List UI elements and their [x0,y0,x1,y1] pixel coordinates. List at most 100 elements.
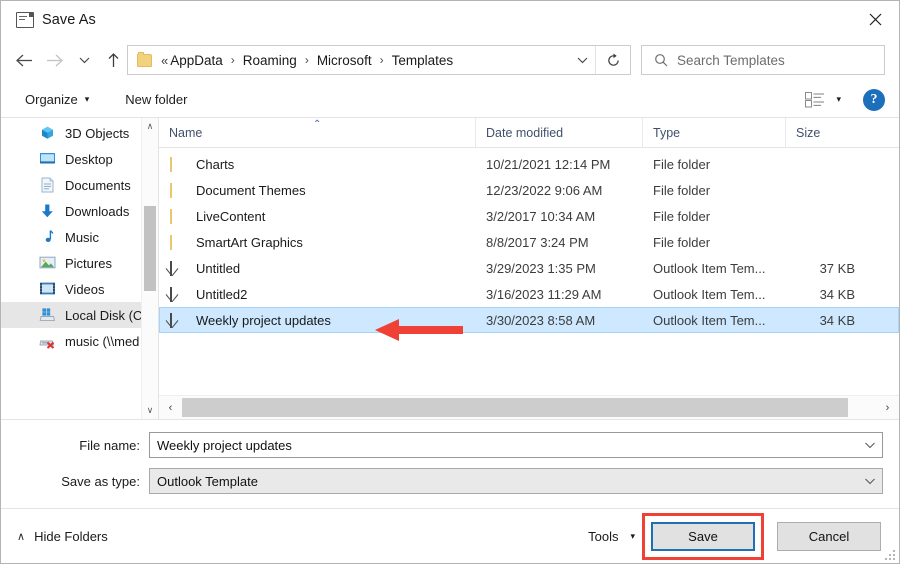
file-type: File folder [653,208,711,224]
back-button[interactable] [9,45,39,75]
horizontal-scrollbar[interactable]: ‹ › [159,395,899,419]
downloads-icon [39,203,56,219]
sidebar-item-label: Music [65,229,99,245]
scroll-left-button[interactable]: ‹ [159,397,182,418]
file-name-cell: Untitled2 [160,286,476,302]
sidebar-item-videos[interactable]: Videos [1,276,158,302]
mail-icon [170,286,187,302]
scroll-up-button[interactable]: ∧ [142,118,158,135]
navigation-pane: 3D Objects Desktop Documents Downloads M… [1,118,159,419]
network-drive-icon [39,333,56,349]
breadcrumb-item-microsoft[interactable]: Microsoft [316,53,373,68]
toolbar: Organize ▾ New folder ▾ ? [1,82,899,117]
scroll-track[interactable] [182,397,876,418]
save-as-type-select[interactable]: Outlook Template [149,468,883,494]
column-header-type[interactable]: Type [642,118,785,147]
address-dropdown-button[interactable] [569,46,595,74]
organize-button[interactable]: Organize ▾ [19,87,95,113]
navigation-bar: « AppData › Roaming › Microsoft › Templa… [1,38,899,82]
view-layout-button[interactable]: ▾ [799,87,847,113]
column-label: Type [653,125,681,140]
file-name-cell: Untitled [160,260,476,276]
file-name-input[interactable]: Weekly project updates [149,432,883,458]
column-header-size[interactable]: Size [785,118,899,147]
scroll-right-button[interactable]: › [876,397,899,418]
file-name-cell: SmartArt Graphics [160,234,476,250]
search-input[interactable]: Search Templates [677,53,785,68]
table-row[interactable]: Untitled2 3/16/2023 11:29 AM Outlook Ite… [159,281,899,307]
up-button[interactable] [99,45,127,75]
table-row-selected[interactable]: Weekly project updates 3/30/2023 8:58 AM… [159,307,899,333]
resize-grip[interactable] [883,548,895,560]
sidebar-item-documents[interactable]: Documents [1,172,158,198]
table-row[interactable]: Charts 10/21/2021 12:14 PM File folder [159,151,899,177]
file-name-label: File name: [79,437,140,453]
column-header-name[interactable]: Name ⌃ [159,118,475,147]
file-name-row: File name: Weekly project updates [1,430,899,460]
sidebar-scrollbar[interactable]: ∧ ∨ [141,118,158,419]
breadcrumb-item-templates[interactable]: Templates [391,53,455,68]
folder-icon [170,234,187,250]
breadcrumb-item-roaming[interactable]: Roaming [242,53,298,68]
table-row[interactable]: Untitled 3/29/2023 1:35 PM Outlook Item … [159,255,899,281]
sidebar-item-3d-objects[interactable]: 3D Objects [1,120,158,146]
sidebar-item-label: Local Disk (C: [65,307,146,323]
save-as-type-dropdown-button[interactable] [858,477,882,486]
forward-arrow-icon [46,54,63,66]
folder-icon [170,208,187,224]
scroll-down-button[interactable]: ∨ [142,402,158,419]
help-button[interactable]: ? [863,88,885,111]
file-type: File folder [653,156,711,172]
table-row[interactable]: Document Themes 12/23/2022 9:06 AM File … [159,177,899,203]
recent-locations-button[interactable] [69,45,99,75]
chevron-down-icon [577,57,587,64]
table-row[interactable]: SmartArt Graphics 8/8/2017 3:24 PM File … [159,229,899,255]
new-folder-button[interactable]: New folder [119,87,193,113]
sidebar-item-label: Documents [65,177,131,193]
breadcrumb-overflow[interactable]: « [160,53,169,68]
address-bar[interactable]: « AppData › Roaming › Microsoft › Templa… [127,45,631,75]
refresh-button[interactable] [596,46,630,74]
sidebar-scroll-thumb[interactable] [144,206,156,291]
sidebar-item-label: Desktop [65,151,113,167]
breadcrumb-separator[interactable]: › [379,53,385,67]
file-name: SmartArt Graphics [196,234,303,250]
title-bar: Save As [1,1,899,38]
hide-folders-button[interactable]: ∧ Hide Folders [17,529,108,544]
file-type: File folder [653,234,711,250]
search-icon [654,53,668,67]
dialog-footer: ∧ Hide Folders Tools ▾ Save Cancel [1,508,899,563]
save-button-wrapper: Save [642,512,764,560]
sidebar-item-downloads[interactable]: Downloads [1,198,158,224]
file-date: 3/16/2023 11:29 AM [486,286,602,302]
save-as-type-label: Save as type: [61,473,140,489]
cancel-button[interactable]: Cancel [777,521,881,551]
new-folder-label: New folder [125,92,188,107]
refresh-icon [607,52,619,66]
file-date: 10/21/2021 12:14 PM [486,156,611,172]
breadcrumb-item-appdata[interactable]: AppData [169,53,224,68]
search-box[interactable]: Search Templates [641,45,885,75]
file-size: 37 KB [819,260,855,276]
file-list-pane: Name ⌃ Date modified Type Size Charts 10… [159,118,899,419]
sidebar-item-network-music[interactable]: music (\\med [1,328,158,354]
folder-icon [137,52,152,67]
window-title: Save As [42,11,96,28]
column-header-date-modified[interactable]: Date modified [475,118,642,147]
sidebar-item-desktop[interactable]: Desktop [1,146,158,172]
sidebar-item-pictures[interactable]: Pictures [1,250,158,276]
column-headers: Name ⌃ Date modified Type Size [159,118,899,148]
save-button[interactable]: Save [651,521,755,551]
breadcrumb-separator[interactable]: › [304,53,310,67]
tools-button[interactable]: Tools ▾ [588,529,635,544]
mail-icon [170,312,187,328]
sort-ascending-icon: ⌃ [313,119,322,130]
forward-button[interactable] [39,45,69,75]
sidebar-item-local-disk[interactable]: Local Disk (C: [1,302,158,328]
sidebar-item-music[interactable]: Music [1,224,158,250]
close-button[interactable] [852,1,899,37]
file-name-dropdown-button[interactable] [858,441,882,450]
breadcrumb-separator[interactable]: › [230,53,236,67]
table-row[interactable]: LiveContent 3/2/2017 10:34 AM File folde… [159,203,899,229]
scroll-thumb[interactable] [182,398,849,417]
